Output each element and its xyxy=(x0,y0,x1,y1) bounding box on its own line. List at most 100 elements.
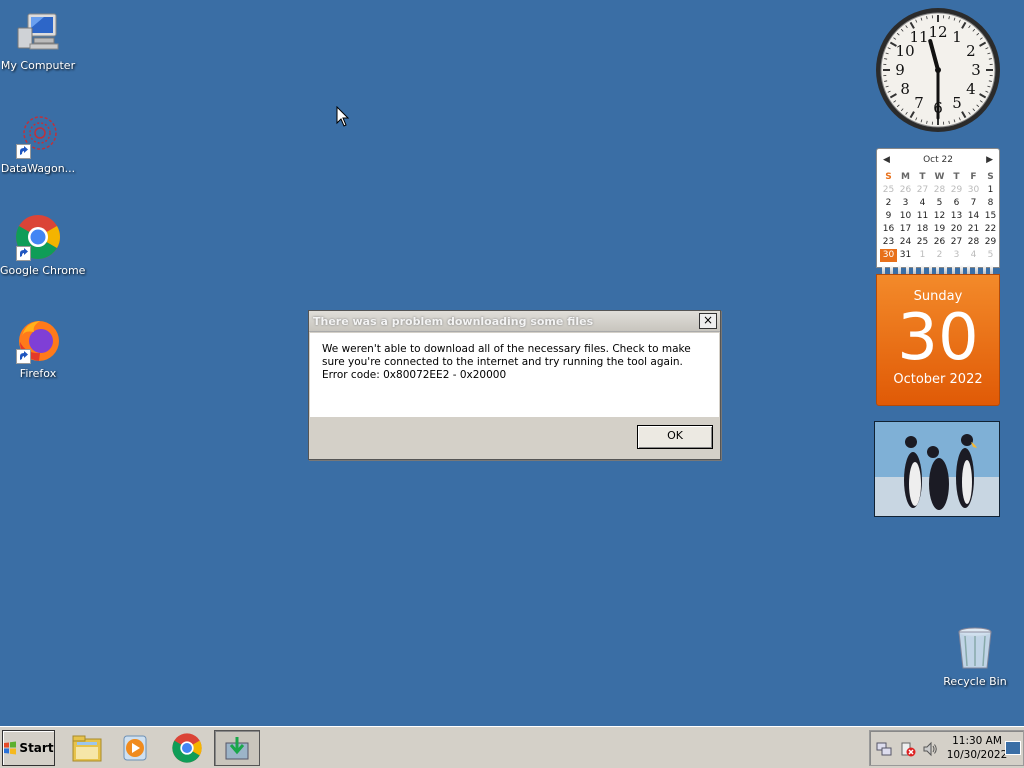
calendar-day[interactable]: 14 xyxy=(965,210,982,223)
calendar-day[interactable]: 25 xyxy=(880,184,897,197)
taskbar-media-player[interactable] xyxy=(113,730,157,766)
calendar-day[interactable]: 6 xyxy=(948,197,965,210)
calendar-day[interactable]: 30 xyxy=(965,184,982,197)
tray-date: 10/30/2022 xyxy=(946,749,1008,761)
calendar-day[interactable]: 5 xyxy=(982,249,999,262)
calendar-day[interactable]: 12 xyxy=(931,210,948,223)
show-desktop-button[interactable] xyxy=(1005,741,1021,755)
desktop-icon-label: Firefox xyxy=(19,367,57,380)
calendar-day[interactable]: 21 xyxy=(965,223,982,236)
datawagon-icon xyxy=(14,111,62,159)
calendar-day[interactable]: 2 xyxy=(880,197,897,210)
calendar-day[interactable]: 8 xyxy=(982,197,999,210)
calendar-day[interactable]: 9 xyxy=(880,210,897,223)
calendar-weekday-header: S xyxy=(885,172,892,182)
calendar-day[interactable]: 16 xyxy=(880,223,897,236)
calendar-day[interactable]: 25 xyxy=(914,236,931,249)
taskbar-installer[interactable] xyxy=(214,730,260,766)
calendar-day[interactable]: 28 xyxy=(965,236,982,249)
system-tray: 11:30 AM 10/30/2022 xyxy=(869,730,1024,766)
clock-numeral: 8 xyxy=(900,80,910,98)
tray-clock[interactable]: 11:30 AM 10/30/2022 xyxy=(946,734,1008,762)
calendar-day[interactable]: 10 xyxy=(897,210,914,223)
taskbar-chrome[interactable] xyxy=(165,730,209,766)
calendar-day[interactable]: 4 xyxy=(914,197,931,210)
mouse-cursor-icon xyxy=(336,106,350,127)
calendar-day[interactable]: 29 xyxy=(948,184,965,197)
desktop-icon-my-computer[interactable]: My Computer xyxy=(0,8,76,72)
calendar-weekday-header: F xyxy=(970,172,977,182)
desktop-icon-recycle-bin[interactable]: Recycle Bin xyxy=(940,624,1010,688)
calendar-day[interactable]: 23 xyxy=(880,236,897,249)
clock-face: 123456789101112 xyxy=(876,8,1000,132)
desktop-icon-label: DataWagon... xyxy=(0,162,76,175)
calendar-day[interactable]: 11 xyxy=(914,210,931,223)
windows-logo-icon xyxy=(4,741,17,755)
clock-gadget[interactable]: 123456789101112 xyxy=(874,6,1002,134)
ok-button[interactable]: OK xyxy=(637,425,713,449)
calendar-weekday-header: T xyxy=(953,172,960,182)
calendar-day[interactable]: 15 xyxy=(982,210,999,223)
network-icon[interactable] xyxy=(876,741,892,757)
dialog-title: There was a problem downloading some fil… xyxy=(313,314,594,328)
taskbar-file-explorer[interactable] xyxy=(65,730,109,766)
shortcut-arrow-icon xyxy=(16,246,31,261)
calendar-weekday-header: T xyxy=(919,172,926,182)
calendar-day[interactable]: 17 xyxy=(897,223,914,236)
clock-numeral: 3 xyxy=(971,61,981,79)
calendar-day[interactable]: 27 xyxy=(914,184,931,197)
clock-numeral: 9 xyxy=(895,61,905,79)
calendar-day[interactable]: 3 xyxy=(897,197,914,210)
calendar-day[interactable]: 20 xyxy=(948,223,965,236)
calendar-month-year: October 2022 xyxy=(893,372,983,387)
calendar-day[interactable]: 3 xyxy=(948,249,965,262)
dialog-message-text: We weren't able to download all of the n… xyxy=(322,343,691,381)
clock-numeral: 11 xyxy=(909,28,928,46)
desktop-icon-firefox[interactable]: Firefox xyxy=(0,316,76,380)
calendar-day-today[interactable]: 30 xyxy=(880,249,897,262)
calendar-day[interactable]: 2 xyxy=(931,249,948,262)
close-button[interactable]: × xyxy=(699,313,717,329)
calendar-day[interactable]: 27 xyxy=(948,236,965,249)
calendar-day-number: 30 xyxy=(897,301,979,375)
calendar-day[interactable]: 7 xyxy=(965,197,982,210)
prev-month-arrow-icon[interactable]: ◀ xyxy=(883,155,890,165)
calendar-day[interactable]: 24 xyxy=(897,236,914,249)
calendar-gadget[interactable]: ◀ Oct 22 ▶ S M T W T F S 25 26 27 28 29 30 1 2 3 4 5 6 7 8 9 1… xyxy=(876,148,1000,406)
calendar-day[interactable]: 1 xyxy=(982,184,999,197)
next-month-arrow-icon[interactable]: ▶ xyxy=(986,155,993,165)
start-label: Start xyxy=(19,741,54,755)
calendar-weekday-header: M xyxy=(901,172,910,182)
calendar-day[interactable]: 4 xyxy=(965,249,982,262)
calendar-month-view: ◀ Oct 22 ▶ S M T W T F S 25 26 27 28 29 30 1 2 3 4 5 6 7 8 9 1… xyxy=(876,148,1000,268)
calendar-day[interactable]: 13 xyxy=(948,210,965,223)
calendar-day[interactable]: 19 xyxy=(931,223,948,236)
calendar-grid: S M T W T F S 25 26 27 28 29 30 1 2 3 4 5 6 7 8 9 10 11 12 13 14 15… xyxy=(880,171,999,262)
calendar-day[interactable]: 26 xyxy=(897,184,914,197)
shortcut-arrow-icon xyxy=(16,349,31,364)
start-button[interactable]: Start xyxy=(2,730,55,766)
dialog-title-bar[interactable]: There was a problem downloading some fil… xyxy=(309,311,720,332)
desktop-icon-google-chrome[interactable]: Google Chrome xyxy=(0,213,86,277)
calendar-day[interactable]: 18 xyxy=(914,223,931,236)
desktop-icon-label: My Computer xyxy=(0,59,76,72)
penguins-photo xyxy=(875,422,999,516)
media-player-icon xyxy=(123,735,147,761)
calendar-day[interactable]: 5 xyxy=(931,197,948,210)
chrome-icon xyxy=(172,733,202,763)
clock-numeral: 5 xyxy=(952,94,962,112)
calendar-day[interactable]: 29 xyxy=(982,236,999,249)
volume-icon[interactable] xyxy=(922,741,938,757)
calendar-day[interactable]: 31 xyxy=(897,249,914,262)
desktop-icon-label: Google Chrome xyxy=(0,264,86,277)
error-dialog: There was a problem downloading some fil… xyxy=(308,310,721,460)
calendar-day[interactable]: 28 xyxy=(931,184,948,197)
calendar-day[interactable]: 22 xyxy=(982,223,999,236)
action-center-warning-icon[interactable] xyxy=(900,741,916,757)
computer-icon xyxy=(14,8,62,56)
calendar-day[interactable]: 26 xyxy=(931,236,948,249)
recycle-bin-icon xyxy=(951,624,999,672)
slideshow-gadget[interactable] xyxy=(874,421,1000,517)
calendar-day[interactable]: 1 xyxy=(914,249,931,262)
desktop-icon-datawagon[interactable]: DataWagon... xyxy=(0,111,76,175)
